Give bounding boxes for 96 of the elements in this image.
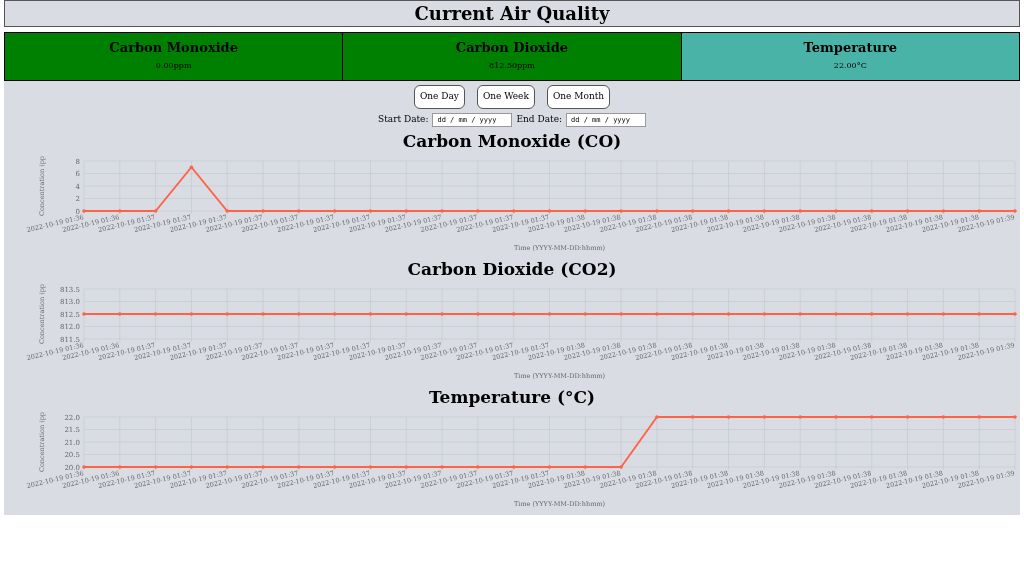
data-point [583,209,588,213]
data-point [726,209,731,213]
data-point [368,209,373,213]
data-point [762,312,767,316]
data-point [368,465,373,469]
data-point [905,415,910,419]
data-point [82,465,86,469]
data-point [225,465,230,469]
data-point [941,415,946,419]
data-point [798,209,802,213]
data-point [583,465,588,469]
data-point [619,312,623,316]
data-point [655,415,659,419]
data-point [332,465,337,469]
data-point [655,312,659,316]
data-point [476,312,480,316]
data-point [655,209,659,213]
data-point [834,415,838,419]
reading-name: Temperature [803,40,898,56]
data-point [905,209,910,213]
data-point [297,209,301,213]
data-point [869,415,874,419]
reading-value: 22.00°C [833,60,867,72]
range-button[interactable]: One Day [413,85,465,109]
data-point [977,209,981,213]
data-point [726,415,731,419]
data-point [118,465,122,469]
data-point [1013,415,1017,419]
data-point [368,312,373,316]
data-point [511,209,516,213]
data-point [153,209,158,213]
data-point [153,465,158,469]
data-point [977,415,981,419]
data-point [834,209,838,213]
page-title: Current Air Quality [4,0,1020,27]
reading-name: Carbon Monoxide [109,40,238,56]
data-point [547,465,552,469]
chart-title: Carbon Dioxide (CO2) [407,258,617,281]
data-point [798,312,802,316]
data-point [297,465,301,469]
data-point [332,209,337,213]
data-point [690,415,695,419]
data-point [726,312,731,316]
data-point [619,465,623,469]
reading-name: Carbon Dioxide [455,40,569,56]
data-point [404,209,409,213]
data-point [225,209,230,213]
data-point [869,209,874,213]
data-point [261,312,265,316]
data-point [834,312,838,316]
data-point [619,209,623,213]
data-point [511,465,516,469]
data-point [440,465,444,469]
data-point [511,312,516,316]
data-point [690,312,695,316]
data-point [440,312,444,316]
range-button[interactable]: One Week [476,85,535,109]
data-point [941,209,946,213]
data-point [762,415,767,419]
range-button[interactable]: One Month [546,85,611,109]
data-point [297,312,301,316]
data-point [798,415,802,419]
data-point [583,312,588,316]
data-point [690,209,695,213]
data-point [261,465,265,469]
data-point [332,312,337,316]
data-point [440,209,444,213]
reading-value: 812.50ppm [489,60,535,72]
chart-title: Carbon Monoxide (CO) [402,130,622,153]
data-point [1013,209,1017,213]
data-point [476,465,480,469]
data-point [905,312,910,316]
data-point [118,209,122,213]
data-point [869,312,874,316]
data-point [977,312,981,316]
date-label: End Date: [516,113,562,127]
data-point [82,312,86,316]
data-point [404,465,409,469]
data-point [547,209,552,213]
data-point [941,312,946,316]
data-point [189,465,194,469]
reading-value: 0.00ppm [155,60,192,72]
data-point [225,312,230,316]
data-point [118,312,122,316]
data-point [547,312,552,316]
data-point [189,165,194,170]
data-point [404,312,409,316]
data-point [189,312,194,316]
data-point [82,209,86,213]
data-point [153,312,158,316]
chart-title: Temperature (°C) [428,386,596,409]
date-label: Start Date: [378,113,429,127]
data-point [261,209,265,213]
data-point [476,209,480,213]
data-point [1013,312,1017,316]
data-point [762,209,767,213]
